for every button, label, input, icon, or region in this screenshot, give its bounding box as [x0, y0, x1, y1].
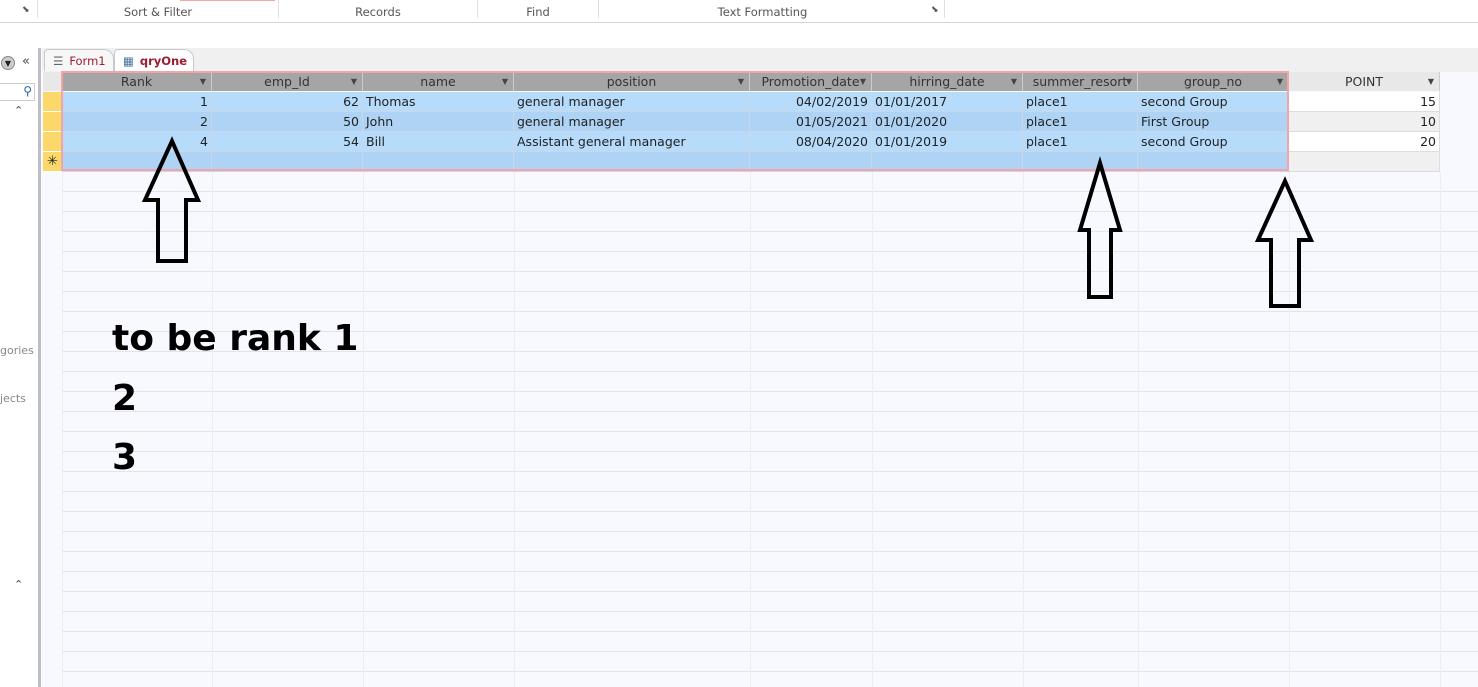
annotation-line: 2: [112, 378, 138, 419]
up-arrow-icon: [1077, 156, 1123, 299]
up-arrow-icon: [1254, 176, 1315, 308]
up-arrow-icon: [141, 136, 202, 263]
annotation-line: 3: [112, 437, 138, 478]
annotation-line: to be rank 1: [112, 318, 359, 359]
